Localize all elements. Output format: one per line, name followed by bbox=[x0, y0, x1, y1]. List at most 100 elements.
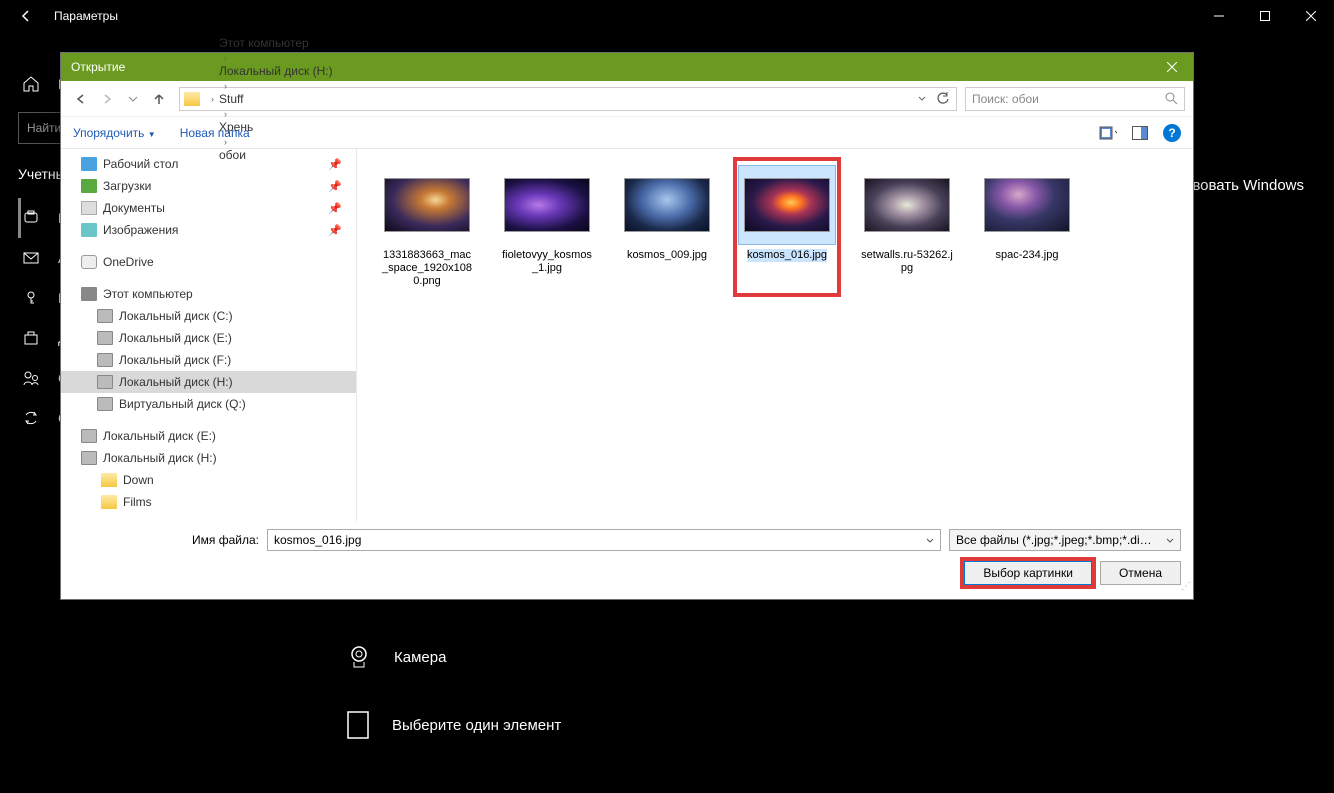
maximize-button[interactable] bbox=[1242, 0, 1288, 32]
folder-tree[interactable]: Рабочий стол📌Загрузки📌Документы📌Изображе… bbox=[61, 149, 357, 521]
file-item[interactable]: spac-234.jpg bbox=[977, 161, 1077, 293]
tree-item-icon bbox=[81, 255, 97, 269]
tree-item-icon bbox=[101, 495, 117, 509]
dialog-close-button[interactable] bbox=[1151, 53, 1193, 81]
file-thumbnail bbox=[384, 178, 470, 232]
file-thumbnail bbox=[504, 178, 590, 232]
minimize-button[interactable] bbox=[1196, 0, 1242, 32]
tree-item-label: Загрузки bbox=[103, 179, 151, 193]
tree-item[interactable]: Локальный диск (C:) bbox=[61, 305, 356, 327]
folder-icon bbox=[184, 92, 200, 106]
file-open-dialog: Открытие › Этот компьютер›Локальный диск… bbox=[60, 52, 1194, 600]
tree-item-label: Локальный диск (E:) bbox=[119, 331, 232, 345]
file-thumbnail bbox=[864, 178, 950, 232]
tree-item-label: Этот компьютер bbox=[103, 287, 193, 301]
new-folder-button[interactable]: Новая папка bbox=[180, 126, 250, 140]
tree-item-label: OneDrive bbox=[103, 255, 154, 269]
tree-item[interactable]: Локальный диск (E:) bbox=[61, 327, 356, 349]
tree-item[interactable]: Down bbox=[61, 469, 356, 491]
breadcrumb-segment[interactable]: Stuff bbox=[219, 92, 333, 106]
file-list[interactable]: 1331883663_mac_space_1920x1080.png fiolet… bbox=[357, 149, 1193, 521]
tree-item-icon bbox=[97, 353, 113, 367]
breadcrumb-segment[interactable]: Локальный диск (H:) bbox=[219, 64, 333, 78]
refresh-icon[interactable] bbox=[936, 92, 950, 106]
tree-item-icon bbox=[101, 473, 117, 487]
dialog-title: Открытие bbox=[71, 60, 125, 74]
nav-history-button[interactable] bbox=[121, 87, 145, 111]
tree-item-label: Локальный диск (H:) bbox=[103, 451, 217, 465]
view-menu[interactable] bbox=[1099, 125, 1117, 141]
file-item[interactable]: 1331883663_mac_space_1920x1080.png bbox=[377, 161, 477, 293]
tree-item-label: Локальный диск (H:) bbox=[119, 375, 233, 389]
nav-forward-button[interactable] bbox=[95, 87, 119, 111]
file-item[interactable]: kosmos_016.jpg bbox=[737, 161, 837, 293]
nav-up-button[interactable] bbox=[147, 87, 171, 111]
file-item[interactable]: fioletovyy_kosmos_1.jpg bbox=[497, 161, 597, 293]
tree-item[interactable]: Этот компьютер bbox=[61, 283, 356, 305]
settings-titlebar: Параметры bbox=[0, 0, 1334, 32]
file-item[interactable]: kosmos_009.jpg bbox=[617, 161, 717, 293]
close-button[interactable] bbox=[1288, 0, 1334, 32]
filename-input[interactable]: kosmos_016.jpg bbox=[267, 529, 941, 551]
tree-item-icon bbox=[97, 375, 113, 389]
open-button[interactable]: Выбор картинки bbox=[964, 561, 1092, 585]
tree-item-icon bbox=[81, 179, 97, 193]
resize-grip[interactable]: ⋰ bbox=[1179, 585, 1191, 597]
pin-icon: 📌 bbox=[328, 224, 342, 237]
tree-item[interactable]: Films bbox=[61, 491, 356, 513]
tree-item[interactable]: Загрузки 📌 bbox=[61, 175, 356, 197]
pin-icon: 📌 bbox=[328, 158, 342, 171]
tree-item[interactable]: Документы 📌 bbox=[61, 197, 356, 219]
organize-menu[interactable]: Упорядочить ▼ bbox=[73, 126, 156, 140]
nav-icon bbox=[22, 409, 40, 427]
tree-item[interactable]: OneDrive bbox=[61, 251, 356, 273]
tree-item-icon bbox=[97, 309, 113, 323]
help-button[interactable]: ? bbox=[1163, 124, 1181, 142]
search-field[interactable]: Поиск: обои bbox=[965, 87, 1185, 111]
tree-item-label: Локальный диск (E:) bbox=[103, 429, 216, 443]
file-label: setwalls.ru-53262.jpg bbox=[861, 249, 953, 275]
tree-item-label: Локальный диск (C:) bbox=[119, 309, 233, 323]
chevron-down-icon[interactable] bbox=[918, 96, 926, 102]
chevron-down-icon[interactable] bbox=[926, 538, 934, 543]
camera-option[interactable]: Камера bbox=[346, 644, 1334, 670]
tree-item-label: Документы bbox=[103, 201, 165, 215]
tree-item-icon bbox=[81, 223, 97, 237]
file-thumbnail bbox=[984, 178, 1070, 232]
preview-pane-button[interactable] bbox=[1131, 125, 1149, 141]
dialog-footer: Имя файла: kosmos_016.jpg Все файлы (*.j… bbox=[61, 521, 1193, 599]
tree-item[interactable]: Локальный диск (E:) bbox=[61, 425, 356, 447]
filetype-select[interactable]: Все файлы (*.jpg;*.jpeg;*.bmp;*.dib;*.pn… bbox=[949, 529, 1181, 551]
settings-title: Параметры bbox=[54, 9, 118, 23]
nav-icon bbox=[22, 369, 40, 387]
nav-back-button[interactable] bbox=[69, 87, 93, 111]
camera-icon bbox=[346, 644, 372, 670]
tree-item-label: Films bbox=[123, 495, 152, 509]
tree-item[interactable]: Локальный диск (F:) bbox=[61, 349, 356, 371]
tree-item[interactable]: Виртуальный диск (Q:) bbox=[61, 393, 356, 415]
tree-item[interactable]: Локальный диск (H:) bbox=[61, 447, 356, 469]
nav-icon bbox=[22, 289, 40, 307]
pin-icon: 📌 bbox=[328, 180, 342, 193]
nav-icon bbox=[22, 249, 40, 267]
back-button[interactable] bbox=[14, 4, 38, 28]
file-item[interactable]: setwalls.ru-53262.jpg bbox=[857, 161, 957, 293]
file-label: 1331883663_mac_space_1920x1080.png bbox=[381, 249, 473, 289]
tree-item[interactable]: Локальный диск (H:) bbox=[61, 371, 356, 393]
tree-item-label: Рабочий стол bbox=[103, 157, 178, 171]
tree-item-icon bbox=[81, 287, 97, 301]
navigation-bar: › Этот компьютер›Локальный диск (H:)›Stu… bbox=[61, 81, 1193, 117]
tree-item-icon bbox=[81, 201, 97, 215]
breadcrumb[interactable]: › Этот компьютер›Локальный диск (H:)›Stu… bbox=[179, 87, 957, 111]
pin-icon: 📌 bbox=[328, 202, 342, 215]
browse-icon bbox=[346, 710, 370, 740]
browse-option[interactable]: Выберите один элемент bbox=[346, 710, 1334, 740]
cancel-button[interactable]: Отмена bbox=[1100, 561, 1181, 585]
filename-label: Имя файла: bbox=[73, 533, 259, 547]
tree-item[interactable]: Изображения 📌 bbox=[61, 219, 356, 241]
tree-item[interactable]: Рабочий стол 📌 bbox=[61, 153, 356, 175]
breadcrumb-segment[interactable]: Этот компьютер bbox=[219, 36, 333, 50]
tree-item-label: Изображения bbox=[103, 223, 178, 237]
dialog-toolbar: Упорядочить ▼ Новая папка ? bbox=[61, 117, 1193, 149]
file-thumbnail bbox=[744, 178, 830, 232]
